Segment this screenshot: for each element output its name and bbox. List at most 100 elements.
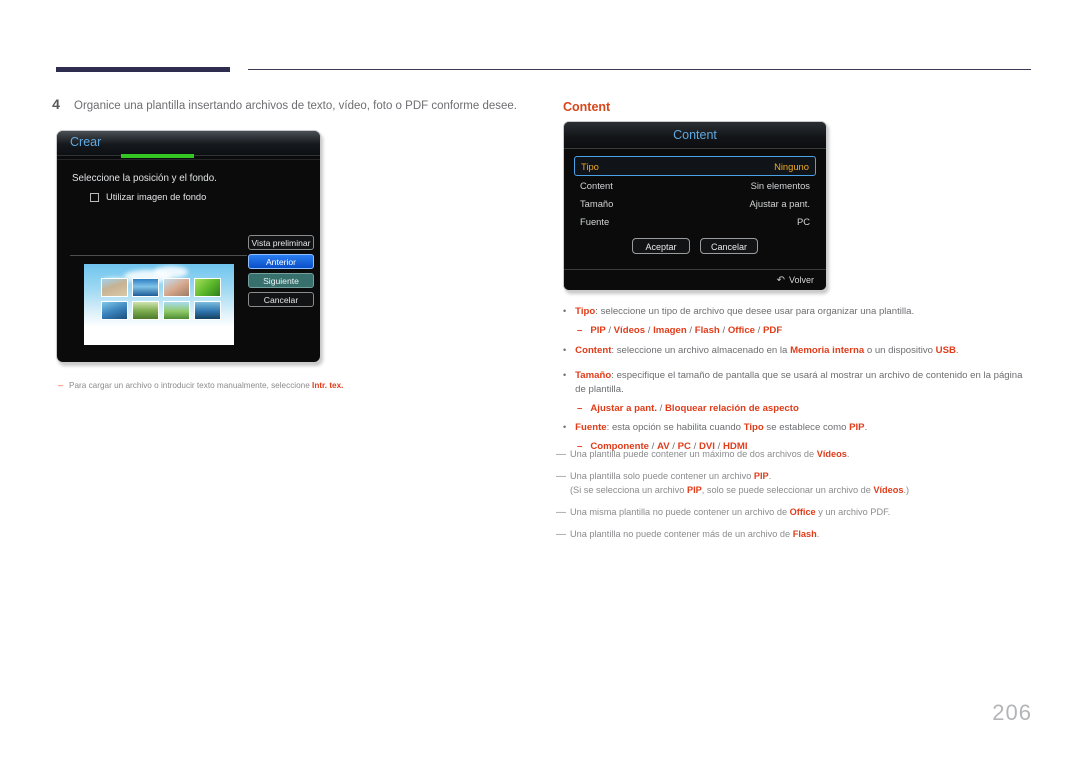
note-item: — Una plantilla solo puede contener un a… [556, 470, 1036, 497]
bullet-item: • Fuente: esta opción se habilita cuando… [563, 421, 1033, 435]
bullet-group-tipo: • Tipo: seleccione un tipo de archivo qu… [563, 305, 1033, 338]
content-dialog-actions: Aceptar Cancelar [574, 238, 816, 254]
use-background-image-checkbox-row[interactable]: Utilizar imagen de fondo [90, 192, 206, 202]
note-item: — Una plantilla no puede contener más de… [556, 528, 1036, 541]
crear-dialog: Crear Seleccione la posición y el fondo.… [56, 130, 321, 363]
bullet-lead-term: Tipo [575, 306, 596, 317]
content-dialog-titlebar: Content [564, 122, 826, 149]
crear-dialog-body: Seleccione la posición y el fondo. Utili… [57, 160, 320, 362]
step-instruction-row: 4 Organice una plantilla insertando arch… [50, 96, 530, 114]
bullet-body: Tamaño: especifique el tamaño de pantall… [575, 369, 1033, 397]
setting-value-content: Sin elementos [750, 179, 810, 191]
footnote-text: Para cargar un archivo o introducir text… [69, 381, 343, 390]
note-text: Una plantilla no puede contener más de u… [570, 528, 819, 541]
setting-label-tipo: Tipo [581, 160, 599, 172]
setting-row-content[interactable]: Content Sin elementos [574, 176, 816, 194]
checkbox-icon[interactable] [90, 192, 99, 202]
use-background-image-label: Utilizar imagen de fondo [106, 192, 207, 202]
note-line-1: Una plantilla puede contener un máximo d… [570, 449, 850, 459]
bullet-dot: • [563, 422, 567, 433]
note-dash: — [556, 471, 566, 483]
photo-thumb [101, 278, 128, 297]
sub-option-values: PIP / Vídeos / Imagen / Flash / Office /… [590, 324, 783, 336]
crear-progress-segment [121, 154, 194, 158]
bullet-dot: • [563, 344, 567, 355]
page-number: 206 [992, 700, 1032, 725]
crear-dialog-titlebar: Crear [57, 131, 320, 156]
photo-thumb [163, 278, 190, 297]
bullet-dot: • [563, 306, 567, 316]
crear-footnote: – Para cargar un archivo o introducir te… [58, 380, 343, 391]
bullet-item: • Content: seleccione un archivo almacen… [563, 344, 1033, 358]
bullet-rest-text: : seleccione un archivo almacenado en la… [611, 344, 959, 356]
content-notes-list: — Una plantilla puede contener un máximo… [556, 448, 1036, 551]
bullet-lead-term: Fuente [575, 422, 607, 434]
setting-value-fuente: PC [796, 215, 810, 227]
bullet-suboption: – Ajustar a pant. / Bloquear relación de… [577, 402, 1033, 416]
bullet-body: Content: seleccione un archivo almacenad… [575, 344, 1033, 358]
crear-dialog-title: Crear [70, 135, 102, 149]
crear-button-group: Vista preliminar Anterior Siguiente Canc… [248, 235, 314, 307]
template-preview-thumbnail [84, 264, 234, 345]
bullet-rest-text: : especifique el tamaño de pantalla que … [575, 369, 1023, 395]
bullet-item: • Tipo: seleccione un tipo de archivo qu… [563, 305, 1033, 319]
cancel-button[interactable]: Cancelar [248, 292, 314, 307]
photo-thumb [101, 301, 128, 320]
setting-label-tamano: Tamaño [580, 197, 614, 209]
footnote-dash: – [58, 380, 64, 390]
crear-divider [70, 255, 247, 256]
content-dialog-footer: ↶ Volver [564, 269, 826, 290]
footnote-bold-term: Intr. tex. [312, 381, 344, 390]
sub-option-values: Ajustar a pant. / Bloquear relación de a… [590, 402, 799, 414]
bullet-body: Tipo: seleccione un tipo de archivo que … [575, 305, 1033, 319]
next-button[interactable]: Siguiente [248, 273, 314, 288]
setting-row-fuente[interactable]: Fuente PC [574, 212, 816, 230]
note-item: — Una misma plantilla no puede contener … [556, 506, 1036, 519]
note-text: Una plantilla solo puede contener un arc… [570, 470, 909, 497]
section-heading-content: Content [563, 100, 611, 114]
note-line-1: Una plantilla solo puede contener un arc… [570, 471, 772, 482]
preview-photo-grid [101, 278, 221, 320]
note-line-1: Una plantilla no puede contener más de u… [570, 529, 820, 540]
bullet-rest-text: : seleccione un tipo de archivo que dese… [595, 306, 915, 317]
content-dialog: Content Tipo Ninguno Content Sin element… [563, 121, 827, 291]
photo-thumb [132, 301, 159, 320]
content-options-bullet-list: • Tipo: seleccione un tipo de archivo qu… [563, 305, 1033, 454]
setting-label-content: Content [580, 179, 613, 191]
bullet-dot: • [563, 369, 567, 380]
cancel-button[interactable]: Cancelar [700, 238, 758, 254]
bullet-group-tamano: • Tamaño: especifique el tamaño de panta… [563, 369, 1033, 416]
photo-thumb [194, 278, 221, 297]
note-text: Una misma plantilla no puede contener un… [570, 506, 890, 519]
sub-dash: – [577, 402, 583, 414]
setting-row-tipo[interactable]: Tipo Ninguno [574, 156, 816, 176]
note-dash: — [556, 449, 566, 460]
photo-thumb [163, 301, 190, 320]
step-number: 4 [52, 96, 60, 112]
bullet-group-content: • Content: seleccione un archivo almacen… [563, 344, 1033, 358]
bullet-lead-term: Tamaño [575, 369, 612, 381]
header-accent-bar [56, 67, 230, 72]
note-dash: — [556, 507, 566, 519]
setting-label-fuente: Fuente [580, 215, 610, 227]
content-settings-list: Tipo Ninguno Content Sin elementos Tamañ… [564, 149, 826, 254]
setting-value-tamano: Ajustar a pant. [749, 197, 810, 209]
content-dialog-title: Content [673, 128, 717, 142]
bullet-rest-text: : esta opción se habilita cuando Tipo se… [606, 422, 868, 434]
footnote-text-body: Para cargar un archivo o introducir text… [69, 381, 313, 390]
return-arrow-icon: ↶ [776, 274, 785, 286]
header-rule-line [248, 69, 1031, 70]
note-text: Una plantilla puede contener un máximo d… [570, 448, 849, 461]
preview-button[interactable]: Vista preliminar [248, 235, 314, 250]
note-line-1: Una misma plantilla no puede contener un… [570, 507, 891, 518]
note-line-2: (Si se selecciona un archivo PIP, solo s… [570, 484, 910, 495]
setting-row-tamano[interactable]: Tamaño Ajustar a pant. [574, 194, 816, 212]
bullet-suboption: – PIP / Vídeos / Imagen / Flash / Office… [577, 324, 1033, 338]
crear-instruction-text: Seleccione la posición y el fondo. [72, 173, 217, 184]
accept-button[interactable]: Aceptar [632, 238, 690, 254]
bullet-body: Fuente: esta opción se habilita cuando T… [575, 421, 1033, 435]
bullet-lead-term: Content [575, 344, 612, 356]
step-text: Organice una plantilla insertando archiv… [74, 100, 518, 112]
previous-button[interactable]: Anterior [248, 254, 314, 269]
return-label: Volver [788, 275, 814, 285]
